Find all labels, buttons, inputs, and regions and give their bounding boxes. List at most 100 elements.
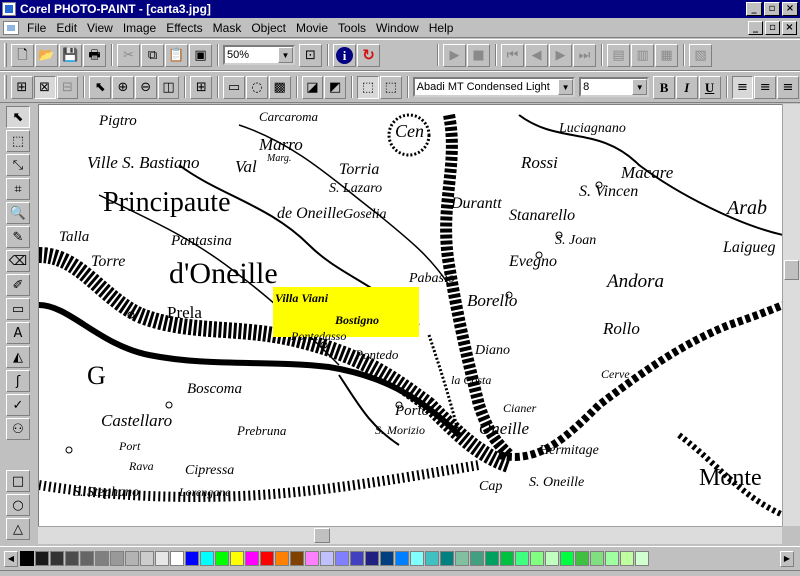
chevron-down-icon[interactable]: ▼ (632, 79, 648, 95)
frame-select-icon[interactable]: ▧ (689, 43, 712, 67)
mask-transform-tool-icon[interactable]: ⤡ (6, 154, 30, 176)
next-frame-icon[interactable]: ▶ (549, 43, 572, 67)
color-swatch[interactable] (455, 551, 469, 566)
color-swatch[interactable] (95, 551, 109, 566)
color-swatch[interactable] (470, 551, 484, 566)
color-swatch[interactable] (635, 551, 649, 566)
color-swatch[interactable] (620, 551, 634, 566)
polygon-tool-icon[interactable]: △ (6, 518, 30, 540)
square-tool-icon[interactable]: □ (6, 470, 30, 492)
menu-edit[interactable]: Edit (51, 21, 82, 35)
color-swatch[interactable] (245, 551, 259, 566)
color-swatch[interactable] (545, 551, 559, 566)
save-icon[interactable]: 💾 (59, 43, 82, 67)
horizontal-scrollbar[interactable] (38, 526, 782, 544)
doc-minimize-button[interactable]: _ (748, 20, 763, 35)
lock-icon[interactable]: ⊟ (56, 75, 79, 99)
crop-tool-icon[interactable]: ⌗ (6, 178, 30, 200)
rectangle-mask-icon[interactable]: ▭ (223, 75, 245, 99)
feather-icon[interactable]: ▩ (268, 75, 291, 99)
color-swatch[interactable] (20, 551, 34, 566)
menu-movie[interactable]: Movie (291, 21, 333, 35)
color-swatch[interactable] (605, 551, 619, 566)
marquee-alt-icon[interactable]: ⬚ (379, 75, 402, 99)
color-swatch[interactable] (275, 551, 289, 566)
underline-button[interactable]: U (698, 75, 721, 99)
align-right-icon[interactable]: ≡ (777, 75, 799, 99)
eyedropper-tool-icon[interactable]: ✎ (6, 226, 30, 248)
grid-icon[interactable]: ⊞ (190, 75, 213, 99)
color-swatch[interactable] (560, 551, 574, 566)
align-left-icon[interactable]: ≡ (731, 75, 754, 99)
menu-object[interactable]: Object (246, 21, 291, 35)
cut-icon[interactable]: ✂ (117, 43, 140, 67)
copy-icon[interactable]: ⧉ (141, 43, 164, 67)
close-button[interactable]: × (782, 2, 798, 16)
fill-tool-icon[interactable]: ◭ (6, 346, 30, 368)
mask-mode-icon[interactable]: ⊠ (33, 75, 56, 99)
color-swatch[interactable] (515, 551, 529, 566)
redo-icon[interactable]: ↻ (357, 43, 380, 67)
color-swatch[interactable] (530, 551, 544, 566)
menu-help[interactable]: Help (424, 21, 459, 35)
align-center-icon[interactable]: ≡ (754, 75, 777, 99)
document-icon[interactable] (3, 20, 19, 35)
vertical-scrollbar[interactable] (782, 104, 800, 526)
color-swatch[interactable] (50, 551, 64, 566)
chevron-down-icon[interactable]: ▼ (558, 79, 574, 95)
minimize-button[interactable]: _ (746, 2, 762, 16)
menu-effects[interactable]: Effects (161, 21, 207, 35)
clone-tool-icon[interactable]: ⚇ (6, 418, 30, 440)
eraser-tool-icon[interactable]: ⌫ (6, 250, 30, 272)
open-folder-icon[interactable]: 📂 (35, 43, 58, 67)
paste-icon[interactable]: 📋 (165, 43, 188, 67)
info-icon[interactable]: i (333, 43, 356, 67)
color-swatch[interactable] (440, 551, 454, 566)
move-frame-icon[interactable]: ▦ (655, 43, 678, 67)
vertical-scroll-thumb[interactable] (784, 260, 799, 280)
color-swatch[interactable] (65, 551, 79, 566)
menu-view[interactable]: View (82, 21, 118, 35)
effect-tool-icon[interactable]: ✓ (6, 394, 30, 416)
color-swatch[interactable] (335, 551, 349, 566)
color-swatch[interactable] (125, 551, 139, 566)
color-swatch[interactable] (80, 551, 94, 566)
delete-frame-icon[interactable]: ▥ (631, 43, 654, 67)
palette-left-arrow-icon[interactable]: ◀ (4, 550, 18, 567)
color-swatch[interactable] (380, 551, 394, 566)
circle-mask-icon[interactable]: ◌ (245, 75, 268, 99)
color-swatch[interactable] (260, 551, 274, 566)
doc-close-button[interactable]: × (782, 20, 797, 35)
zoom-tool-icon[interactable]: 🔍 (6, 202, 30, 224)
insert-frame-icon[interactable]: ▤ (607, 43, 630, 67)
chevron-down-icon[interactable]: ▼ (278, 47, 293, 63)
first-frame-icon[interactable]: ⏮ (501, 43, 524, 67)
doc-restore-button[interactable]: ▫ (765, 20, 780, 35)
color-swatch[interactable] (365, 551, 379, 566)
toolbar-grip[interactable] (4, 43, 7, 67)
color-swatch[interactable] (350, 551, 364, 566)
print-icon[interactable]: 🖶 (83, 43, 106, 67)
color-replacer-tool-icon[interactable]: ✐ (6, 274, 30, 296)
color-swatch[interactable] (170, 551, 184, 566)
color-swatch[interactable] (230, 551, 244, 566)
play-icon[interactable]: ▶ (443, 43, 466, 67)
color-swatch[interactable] (215, 551, 229, 566)
restore-button[interactable]: ▫ (764, 2, 780, 16)
zoom-fit-icon[interactable]: ⊡ (299, 43, 322, 67)
italic-button[interactable]: I (675, 75, 698, 99)
image-canvas[interactable]: Pigtro Carcaroma Marro Marg. Cen Luciagn… (38, 104, 782, 526)
ellipse-tool-icon[interactable]: ○ (6, 494, 30, 516)
object-picker-icon[interactable]: ⊞ (10, 75, 33, 99)
rectangle-mask-tool-icon[interactable]: ⬚ (6, 130, 30, 152)
color-swatch[interactable] (320, 551, 334, 566)
xor-mask-icon[interactable]: ◫ (157, 75, 180, 99)
paste-new-icon[interactable]: ▣ (189, 43, 212, 67)
prev-frame-icon[interactable]: ◀ (525, 43, 548, 67)
color-swatch[interactable] (110, 551, 124, 566)
shape-icon[interactable]: ◪ (301, 75, 324, 99)
bold-button[interactable]: B (653, 75, 675, 99)
stop-icon[interactable]: ■ (467, 43, 490, 67)
palette-right-arrow-icon[interactable]: ▶ (780, 550, 794, 567)
color-swatch[interactable] (185, 551, 199, 566)
